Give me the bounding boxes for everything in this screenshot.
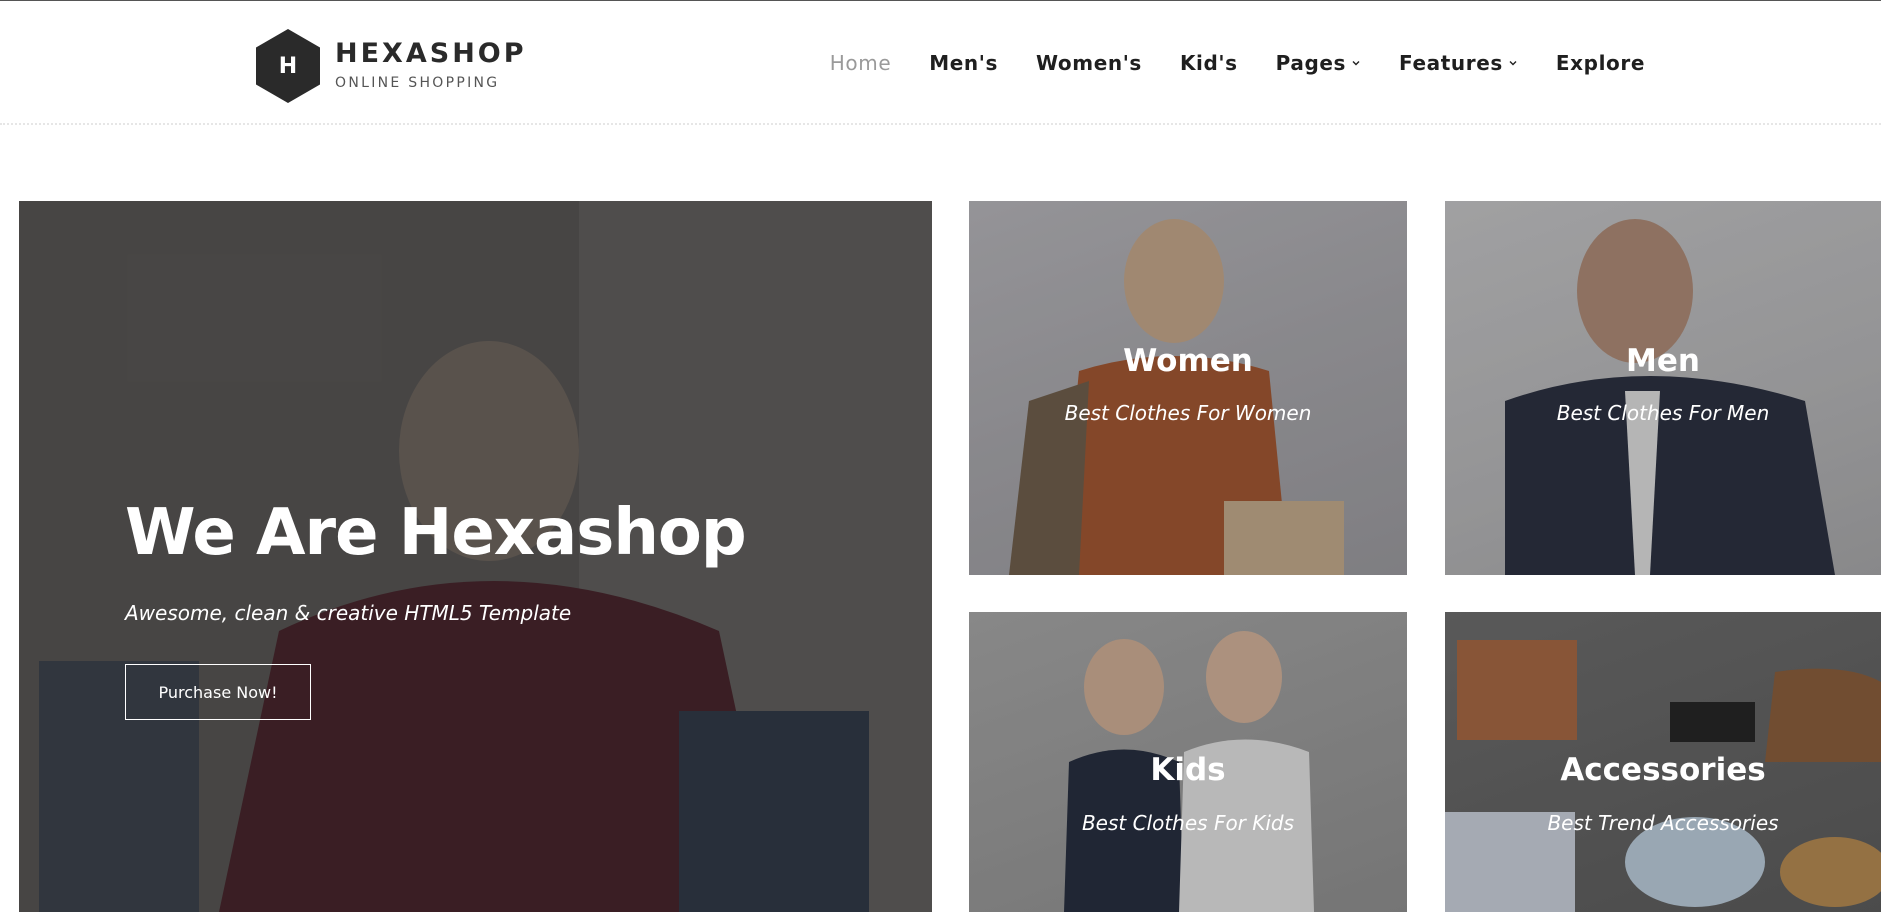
category-subtitle: Best Trend Accessories [1547,811,1779,835]
brand-logo[interactable]: H HEXASHOP ONLINE SHOPPING [255,28,527,104]
nav-item-label: Pages [1275,51,1347,75]
main-nav: Home Men's Women's Kid's Pages Features … [830,51,1645,75]
hexagon-logo-icon: H [255,28,321,104]
category-card-accessories[interactable]: Accessories Best Trend Accessories [1445,612,1881,912]
nav-item-home[interactable]: Home [830,51,891,75]
brand-subtitle: ONLINE SHOPPING [335,75,500,91]
brand-title: HEXASHOP [335,38,527,69]
category-subtitle: Best Clothes For Men [1556,401,1770,425]
nav-item-explore[interactable]: Explore [1556,51,1645,75]
category-card-kids[interactable]: Kids Best Clothes For Kids [969,612,1407,912]
chevron-down-icon [1509,61,1517,66]
category-subtitle: Best Clothes For Women [1064,401,1312,425]
nav-item-kids[interactable]: Kid's [1180,51,1238,75]
site-header: H HEXASHOP ONLINE SHOPPING Home Men's Wo… [0,1,1881,124]
nav-item-label: Features [1399,51,1503,75]
category-title: Men [1626,343,1700,379]
nav-item-features[interactable]: Features [1399,51,1518,75]
hero-title: We Are Hexashop [125,496,747,570]
nav-item-mens[interactable]: Men's [929,51,998,75]
category-subtitle: Best Clothes For Kids [1081,811,1295,835]
hero-subtitle: Awesome, clean & creative HTML5 Template [125,601,572,625]
purchase-now-button[interactable]: Purchase Now! [125,664,311,720]
nav-item-pages[interactable]: Pages [1276,51,1361,75]
category-title: Accessories [1560,752,1766,788]
category-card-men[interactable]: Men Best Clothes For Men [1445,201,1881,575]
category-title: Kids [1150,752,1226,788]
category-title: Women [1123,343,1253,379]
chevron-down-icon [1352,61,1360,66]
nav-item-womens[interactable]: Women's [1036,51,1142,75]
logo-letter: H [278,53,298,79]
header-divider [0,123,1881,125]
category-card-women[interactable]: Women Best Clothes For Women [969,201,1407,575]
hero-banner: We Are Hexashop Awesome, clean & creativ… [19,201,932,912]
